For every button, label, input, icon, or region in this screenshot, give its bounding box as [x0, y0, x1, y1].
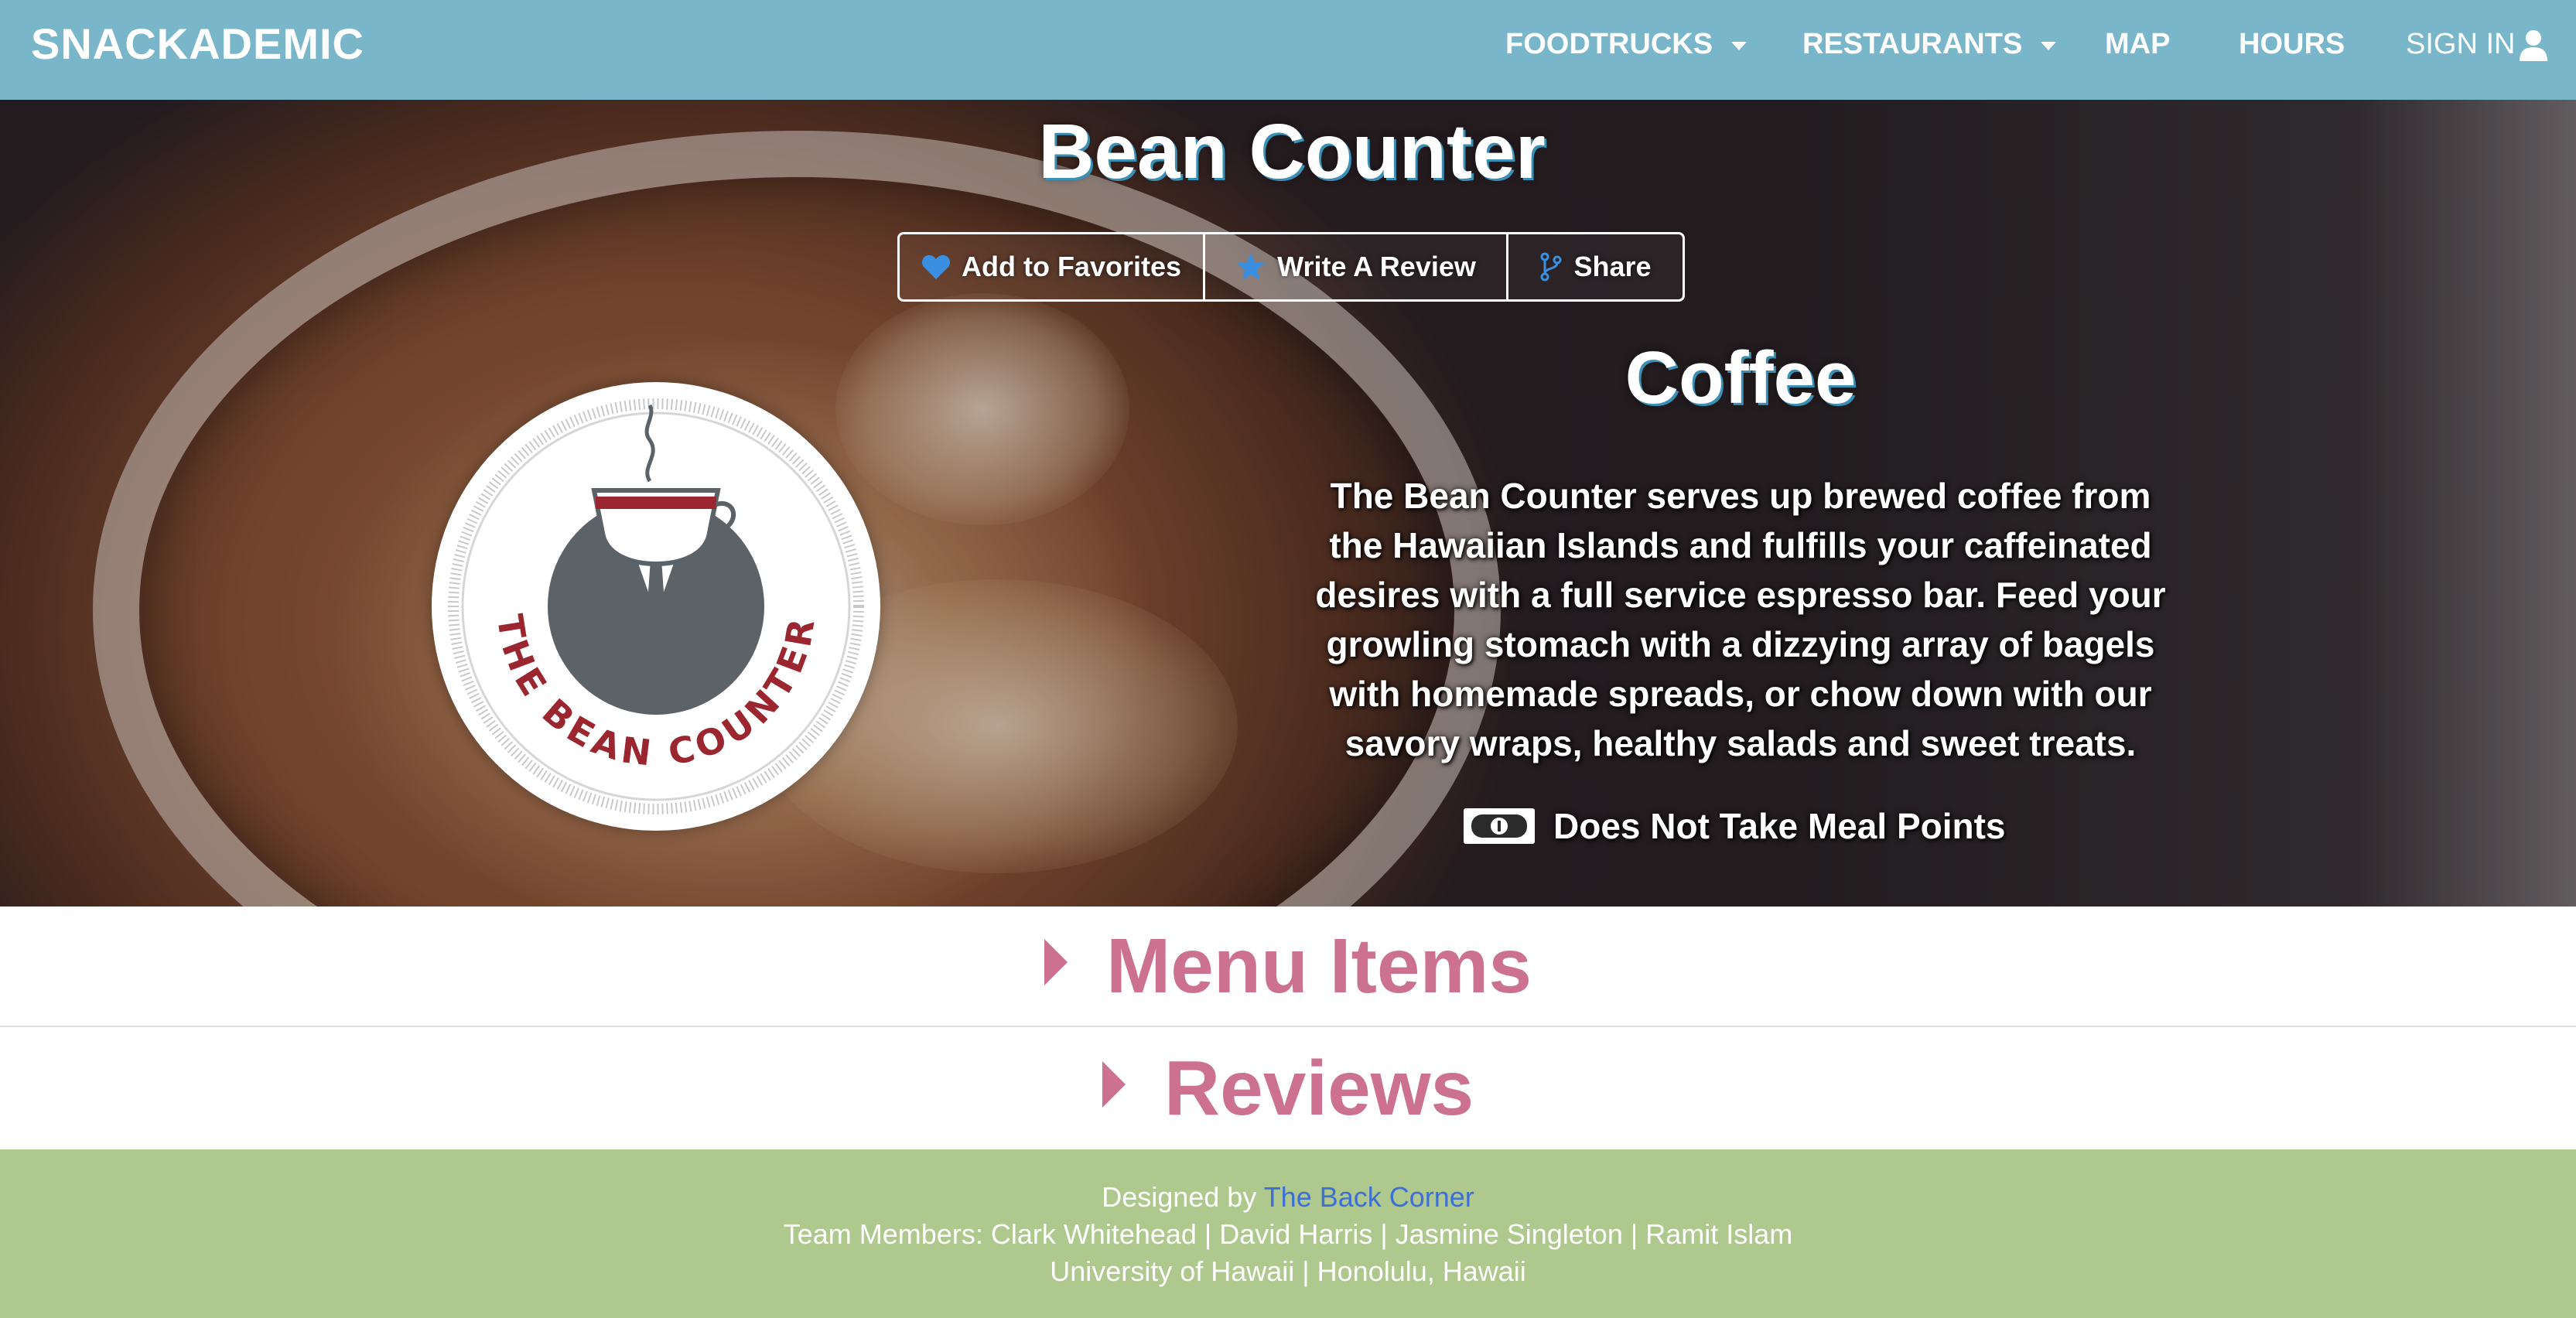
vendor-description: The Bean Counter serves up brewed coffee…	[1315, 476, 2166, 763]
share-button[interactable]: Share	[1506, 234, 1683, 299]
footer-team-members: Team Members: Clark Whitehead | David Ha…	[783, 1218, 1793, 1250]
share-label: Share	[1573, 251, 1652, 282]
nav-map[interactable]: MAP	[2105, 28, 2170, 61]
menu-items-heading: Menu Items	[1105, 922, 1532, 1009]
nav-foodtrucks-dropdown[interactable]: FOODTRUCKS	[1505, 28, 1748, 61]
money-bill-icon	[1464, 808, 1535, 844]
vendor-logo: THE BEAN COUNTER	[432, 382, 880, 831]
nav-map-label: MAP	[2105, 28, 2171, 60]
caret-right-icon	[1044, 939, 1068, 985]
chevron-down-icon	[1731, 42, 1748, 50]
nav-restaurants-label: RESTAURANTS	[1802, 28, 2023, 60]
footer-designed-by: Designed by	[1102, 1181, 1264, 1213]
caret-right-icon	[1102, 1061, 1126, 1108]
star-icon	[1237, 253, 1266, 280]
add-to-favorites-label: Add to Favorites	[961, 251, 1182, 282]
chevron-down-icon	[2041, 42, 2057, 50]
vendor-category: Coffee	[1625, 336, 1857, 419]
reviews-toggle[interactable]: Reviews	[0, 1027, 2576, 1149]
bean-counter-logo: THE BEAN COUNTER	[448, 398, 864, 814]
user-icon	[2520, 29, 2548, 61]
meal-points-label: Does Not Take Meal Points	[1553, 806, 2006, 846]
heart-icon	[921, 254, 950, 279]
meal-points-status: Does Not Take Meal Points	[1462, 805, 2006, 847]
add-to-favorites-button[interactable]: Add to Favorites	[900, 234, 1203, 299]
brand-logo[interactable]: SNACKADEMIC	[31, 19, 364, 69]
sign-in-label: SIGN IN	[2406, 28, 2516, 60]
footer: Designed by The Back Corner Team Members…	[0, 1149, 2576, 1318]
write-review-label: Write A Review	[1277, 251, 1476, 282]
hero-banner: Bean Counter Add to Favorites Write A Re…	[0, 100, 2576, 907]
nav-restaurants-dropdown[interactable]: RESTAURANTS	[1802, 28, 2057, 61]
hero-overlay	[0, 100, 2576, 907]
action-button-group: Add to Favorites Write A Review Share	[897, 232, 1685, 302]
footer-credit: Designed by The Back Corner	[0, 1179, 2576, 1216]
vendor-name: Bean Counter	[1038, 108, 1546, 195]
nav-hours[interactable]: HOURS	[2239, 28, 2345, 61]
reviews-heading: Reviews	[1163, 1044, 1474, 1132]
menu-items-toggle[interactable]: Menu Items	[0, 907, 2576, 1027]
nav-foodtrucks-label: FOODTRUCKS	[1505, 28, 1713, 60]
write-review-button[interactable]: Write A Review	[1203, 234, 1506, 299]
footer-team-link[interactable]: The Back Corner	[1264, 1181, 1474, 1213]
footer-location: University of Hawaii | Honolulu, Hawaii	[1050, 1255, 1526, 1287]
sign-in-button[interactable]: SIGN IN	[2406, 28, 2549, 61]
share-branch-icon	[1540, 252, 1562, 282]
nav-hours-label: HOURS	[2239, 28, 2345, 60]
navbar: SNACKADEMIC FOODTRUCKS RESTAURANTS MAP H…	[0, 0, 2576, 100]
